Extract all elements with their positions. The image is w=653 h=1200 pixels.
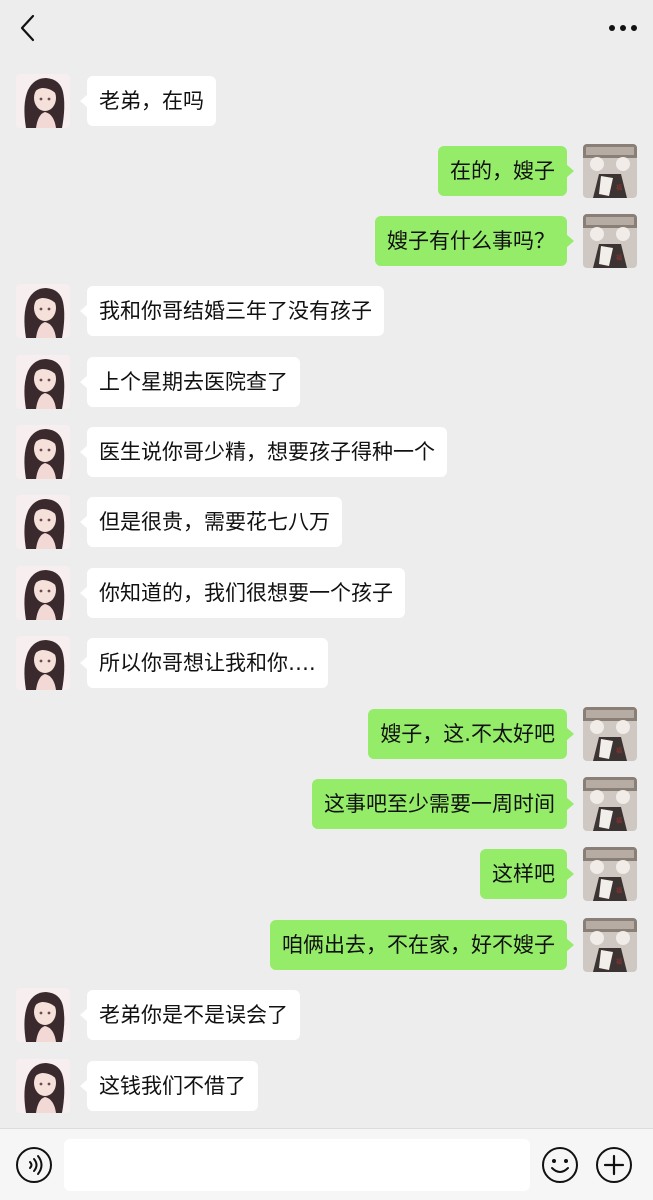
more-functions-button[interactable] [594,1145,634,1185]
message-row: 这事吧至少需要一周时间 [0,777,653,833]
voice-button[interactable] [14,1145,54,1185]
my-avatar[interactable] [583,847,637,901]
message-row: 老弟你是不是误会了 [0,988,653,1044]
more-button[interactable] [603,10,643,46]
emoji-icon [542,1147,578,1183]
back-button[interactable] [12,10,42,46]
received-message-bubble[interactable]: 但是很贵，需要花七八万 [80,497,342,547]
message-row: 在的，嫂子 [0,144,653,200]
more-horizontal-icon [609,25,637,31]
received-message-bubble[interactable]: 老弟你是不是误会了 [80,990,300,1040]
contact-avatar[interactable] [16,566,70,620]
message-row: 我和你哥结婚三年了没有孩子 [0,284,653,340]
contact-avatar[interactable] [16,355,70,409]
sent-message-bubble[interactable]: 咱俩出去，不在家，好不嫂子 [270,920,574,970]
message-input[interactable] [64,1139,530,1191]
voice-icon [16,1147,52,1183]
message-row: 这钱我们不借了 [0,1059,653,1115]
contact-avatar[interactable] [16,988,70,1042]
received-message-bubble[interactable]: 老弟，在吗 [80,76,216,126]
message-row: 嫂子有什么事吗？ [0,214,653,270]
my-avatar[interactable] [583,918,637,972]
chat-header [0,0,653,58]
contact-avatar[interactable] [16,74,70,128]
emoji-button[interactable] [540,1145,580,1185]
message-row: 上个星期去医院查了 [0,355,653,411]
message-row: 你知道的，我们很想要一个孩子 [0,566,653,622]
message-row: 但是很贵，需要花七八万 [0,495,653,551]
received-message-bubble[interactable]: 医生说你哥少精，想要孩子得种一个 [80,427,447,477]
my-avatar[interactable] [583,707,637,761]
plus-icon [596,1147,632,1183]
sent-message-bubble[interactable]: 在的，嫂子 [438,146,574,196]
sent-message-bubble[interactable]: 这样吧 [480,849,574,899]
message-row: 老弟，在吗 [0,74,653,130]
message-row: 医生说你哥少精，想要孩子得种一个 [0,425,653,481]
message-row: 咱俩出去，不在家，好不嫂子 [0,918,653,974]
received-message-bubble[interactable]: 我和你哥结婚三年了没有孩子 [80,286,384,336]
received-message-bubble[interactable]: 上个星期去医院查了 [80,357,300,407]
sent-message-bubble[interactable]: 嫂子，这.不太好吧 [368,709,574,759]
message-row: 所以你哥想让我和你…. [0,636,653,692]
my-avatar[interactable] [583,777,637,831]
message-row: 这样吧 [0,847,653,903]
contact-avatar[interactable] [16,284,70,338]
chevron-left-icon [20,14,35,42]
message-list[interactable]: 老弟，在吗 在的，嫂子 嫂子有什么事吗？ 我和你哥结婚三年了没有孩子 上个星期去… [0,58,653,1128]
received-message-bubble[interactable]: 所以你哥想让我和你…. [80,638,328,688]
contact-avatar[interactable] [16,425,70,479]
contact-avatar[interactable] [16,1059,70,1113]
contact-avatar[interactable] [16,495,70,549]
message-row: 嫂子，这.不太好吧 [0,707,653,763]
contact-avatar[interactable] [16,636,70,690]
my-avatar[interactable] [583,144,637,198]
my-avatar[interactable] [583,214,637,268]
input-bar [0,1128,653,1200]
sent-message-bubble[interactable]: 嫂子有什么事吗？ [375,216,574,266]
received-message-bubble[interactable]: 这钱我们不借了 [80,1061,258,1111]
sent-message-bubble[interactable]: 这事吧至少需要一周时间 [312,779,574,829]
received-message-bubble[interactable]: 你知道的，我们很想要一个孩子 [80,568,405,618]
